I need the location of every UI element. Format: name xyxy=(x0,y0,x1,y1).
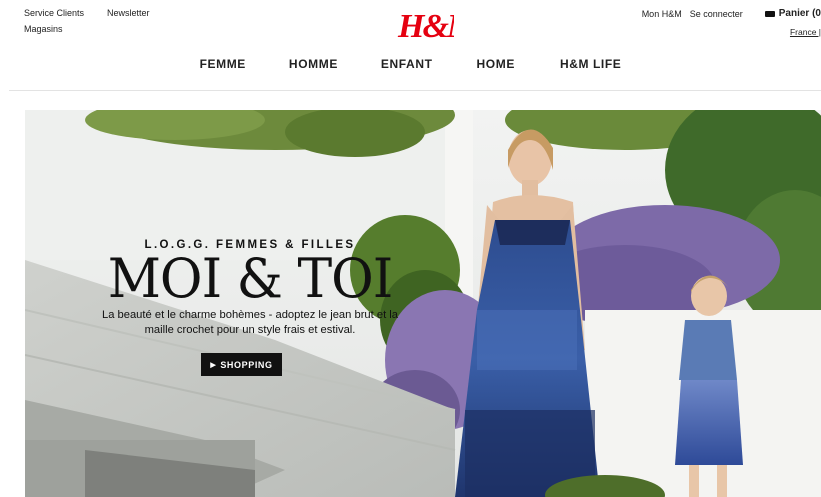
nav-item-femme[interactable]: FEMME xyxy=(200,57,246,71)
site-header: Service Clients Newsletter Magasins H& M … xyxy=(0,0,821,100)
main-navigation: FEMME HOMME ENFANT HOME H&M LIFE xyxy=(0,57,821,71)
cart-icon xyxy=(764,10,775,17)
shopping-button-label: SHOPPING xyxy=(220,359,273,370)
magasins-link[interactable]: Magasins xyxy=(24,24,63,34)
login-link[interactable]: Se connecter xyxy=(690,9,743,19)
nav-item-home[interactable]: HOME xyxy=(477,57,515,71)
nav-item-hm-life[interactable]: H&M LIFE xyxy=(560,57,621,71)
shopping-button[interactable]: ▶ SHOPPING xyxy=(201,353,282,376)
hero-banner[interactable]: L.O.G.G. FEMMES & FILLES MOI & TOI La be… xyxy=(25,110,821,497)
header-divider xyxy=(9,90,821,91)
nav-item-enfant[interactable]: ENFANT xyxy=(381,57,433,71)
cart-link[interactable]: Panier (0 xyxy=(751,8,821,19)
country-language-link[interactable]: France | xyxy=(790,27,821,37)
newsletter-link[interactable]: Newsletter xyxy=(107,8,150,18)
hm-logo-text: H&M xyxy=(397,8,454,45)
cart-label: Panier (0 xyxy=(778,8,821,19)
caret-right-icon: ▶ xyxy=(210,361,217,369)
hm-logo[interactable]: H&M xyxy=(396,6,481,46)
nav-item-homme[interactable]: HOMME xyxy=(289,57,338,71)
hero-copy: L.O.G.G. FEMMES & FILLES MOI & TOI La be… xyxy=(100,239,400,338)
mon-hm-link[interactable]: Mon H&M xyxy=(642,9,682,19)
utility-links-left: Service Clients Newsletter Magasins xyxy=(24,8,150,40)
service-clients-link[interactable]: Service Clients xyxy=(24,8,84,18)
utility-links-right: Mon H&M Se connecter Panier (0 xyxy=(642,8,821,19)
hero-subtext: La beauté et le charme bohèmes - adoptez… xyxy=(101,309,399,336)
hero-headline: MOI & TOI xyxy=(107,247,394,311)
